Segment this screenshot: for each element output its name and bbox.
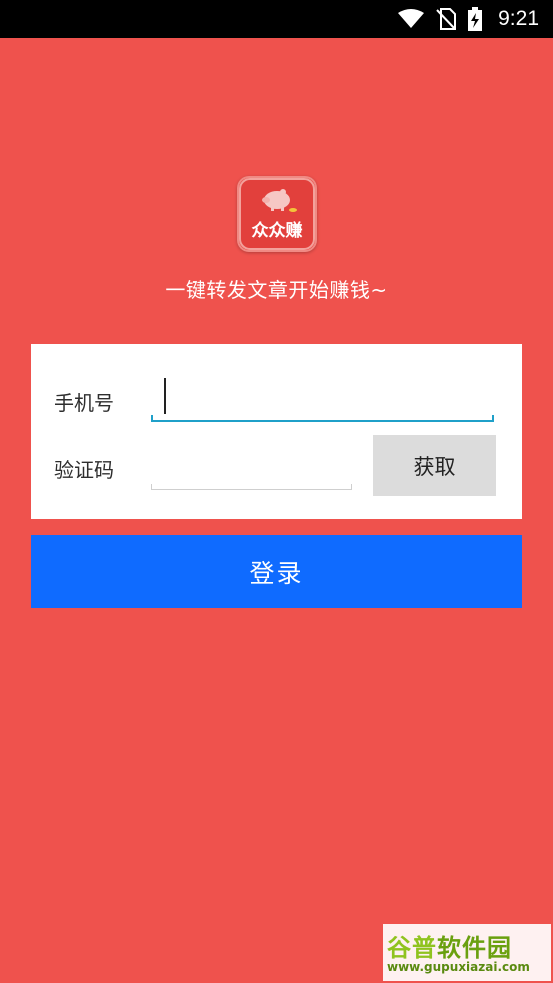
text-cursor	[164, 378, 166, 414]
watermark-title: 谷普软件园	[387, 928, 512, 963]
phone-input-underline	[151, 415, 494, 422]
piggy-bank-icon: 众众赚	[239, 178, 315, 250]
get-code-button[interactable]: 获取	[373, 435, 496, 496]
wifi-icon	[398, 9, 425, 28]
status-time: 9:21	[498, 7, 539, 30]
battery-charging-icon	[468, 7, 483, 31]
watermark-url: www.gupuxiazai.com	[387, 960, 530, 974]
status-bar: 9:21	[0, 0, 553, 38]
watermark-title-part2: 软件园	[437, 934, 512, 962]
code-input-underline	[151, 484, 352, 490]
watermark-title-part1: 谷普	[387, 934, 437, 962]
status-icons: 9:21	[398, 0, 539, 38]
code-input-wrap	[151, 440, 352, 490]
phone-label: 手机号	[54, 391, 114, 415]
app-logo: 众众赚	[237, 176, 317, 252]
tagline: 一键转发文章开始赚钱~	[165, 278, 388, 302]
phone-input-wrap	[151, 370, 494, 422]
login-button[interactable]: 登录	[31, 535, 522, 608]
watermark: 谷普软件园 www.gupuxiazai.com	[383, 924, 551, 981]
verification-code-label: 验证码	[54, 458, 114, 482]
login-form-card: 手机号 验证码 获取	[31, 344, 522, 519]
phone-input[interactable]	[151, 370, 494, 422]
no-sim-icon	[436, 8, 457, 30]
app-logo-text: 众众赚	[252, 220, 303, 241]
verification-code-input[interactable]	[151, 440, 352, 490]
